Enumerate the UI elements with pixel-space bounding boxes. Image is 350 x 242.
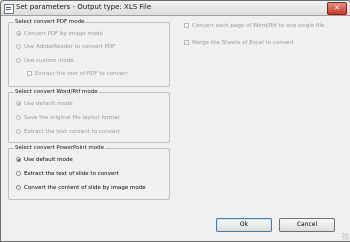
pdf-mode-group-title: Select convert PDF mode: [14, 19, 86, 25]
pdf-option-image-mode-label: Convert PDF by image mode: [24, 30, 103, 37]
pdf-option-image-mode[interactable]: Convert PDF by image mode: [16, 30, 103, 37]
word-option-default-label: Use default mode: [24, 100, 73, 107]
resize-grip[interactable]: [342, 233, 349, 240]
pdf-extract-text-checkbox[interactable]: Extract the text of PDF to convert: [27, 70, 128, 77]
merge-sheets-checkbox[interactable]: Merge the Sheets of Excel to convert: [184, 39, 294, 46]
word-mode-group-title: Select convert Word/Rtf mode: [14, 89, 99, 95]
merge-sheets-label: Merge the Sheets of Excel to convert: [192, 39, 294, 46]
radio-icon[interactable]: [16, 185, 21, 190]
radio-icon[interactable]: [16, 101, 21, 106]
dialog-client-area: Select convert PDF mode Convert PDF by i…: [1, 16, 350, 241]
dialog-window: Set parameters - Output type: XLS File ✕…: [0, 0, 350, 242]
cancel-button[interactable]: Cancel: [279, 218, 335, 232]
pdf-mode-group: Select convert PDF mode Convert PDF by i…: [8, 19, 170, 87]
app-icon: [4, 4, 14, 14]
radio-icon[interactable]: [16, 31, 21, 36]
ppt-mode-group-title: Select convert PowerPoint mode: [14, 145, 106, 151]
checkbox-icon[interactable]: [184, 23, 189, 28]
ppt-option-image-mode-label: Convert the content of slide by image mo…: [24, 184, 146, 191]
pdf-option-adobereader-label: Use AdobeReader to convert PDF: [24, 43, 116, 50]
radio-icon[interactable]: [16, 157, 21, 162]
radio-icon[interactable]: [16, 58, 21, 63]
convert-each-page-label: Convert each page of Word/Rtf to one sin…: [192, 22, 325, 29]
checkbox-icon[interactable]: [27, 71, 32, 76]
word-option-default[interactable]: Use default mode: [16, 100, 73, 107]
pdf-option-adobereader[interactable]: Use AdobeReader to convert PDF: [16, 43, 115, 50]
ok-button[interactable]: Ok: [216, 218, 272, 232]
ppt-option-default-label: Use default mode: [24, 156, 73, 163]
pdf-option-custom-mode[interactable]: Use custom mode: [16, 57, 74, 64]
checkbox-icon[interactable]: [184, 40, 189, 45]
title-bar[interactable]: Set parameters - Output type: XLS File ✕: [1, 1, 350, 16]
ppt-option-image-mode[interactable]: Convert the content of slide by image mo…: [16, 184, 146, 191]
radio-icon[interactable]: [16, 129, 21, 134]
word-option-layout-label: Save the original file layout format: [24, 114, 120, 121]
ppt-option-extract-text[interactable]: Extract the text of slide to convert: [16, 170, 119, 177]
word-option-extract-text[interactable]: Extract the text content to convert: [16, 128, 120, 135]
word-option-extract-text-label: Extract the text content to convert: [24, 128, 120, 135]
window-title: Set parameters - Output type: XLS File: [16, 3, 152, 11]
pdf-option-custom-mode-label: Use custom mode: [24, 57, 74, 64]
ppt-option-extract-text-label: Extract the text of slide to convert: [24, 170, 119, 177]
pdf-extract-text-label: Extract the text of PDF to convert: [35, 70, 128, 77]
radio-icon[interactable]: [16, 44, 21, 49]
radio-icon[interactable]: [16, 115, 21, 120]
close-button[interactable]: ✕: [327, 2, 347, 15]
word-option-layout[interactable]: Save the original file layout format: [16, 114, 120, 121]
convert-each-page-checkbox[interactable]: Convert each page of Word/Rtf to one sin…: [184, 22, 324, 29]
ppt-mode-group: Select convert PowerPoint mode Use defau…: [8, 145, 170, 200]
radio-icon[interactable]: [16, 171, 21, 176]
ppt-option-default[interactable]: Use default mode: [16, 156, 73, 163]
word-mode-group: Select convert Word/Rtf mode Use default…: [8, 89, 170, 143]
